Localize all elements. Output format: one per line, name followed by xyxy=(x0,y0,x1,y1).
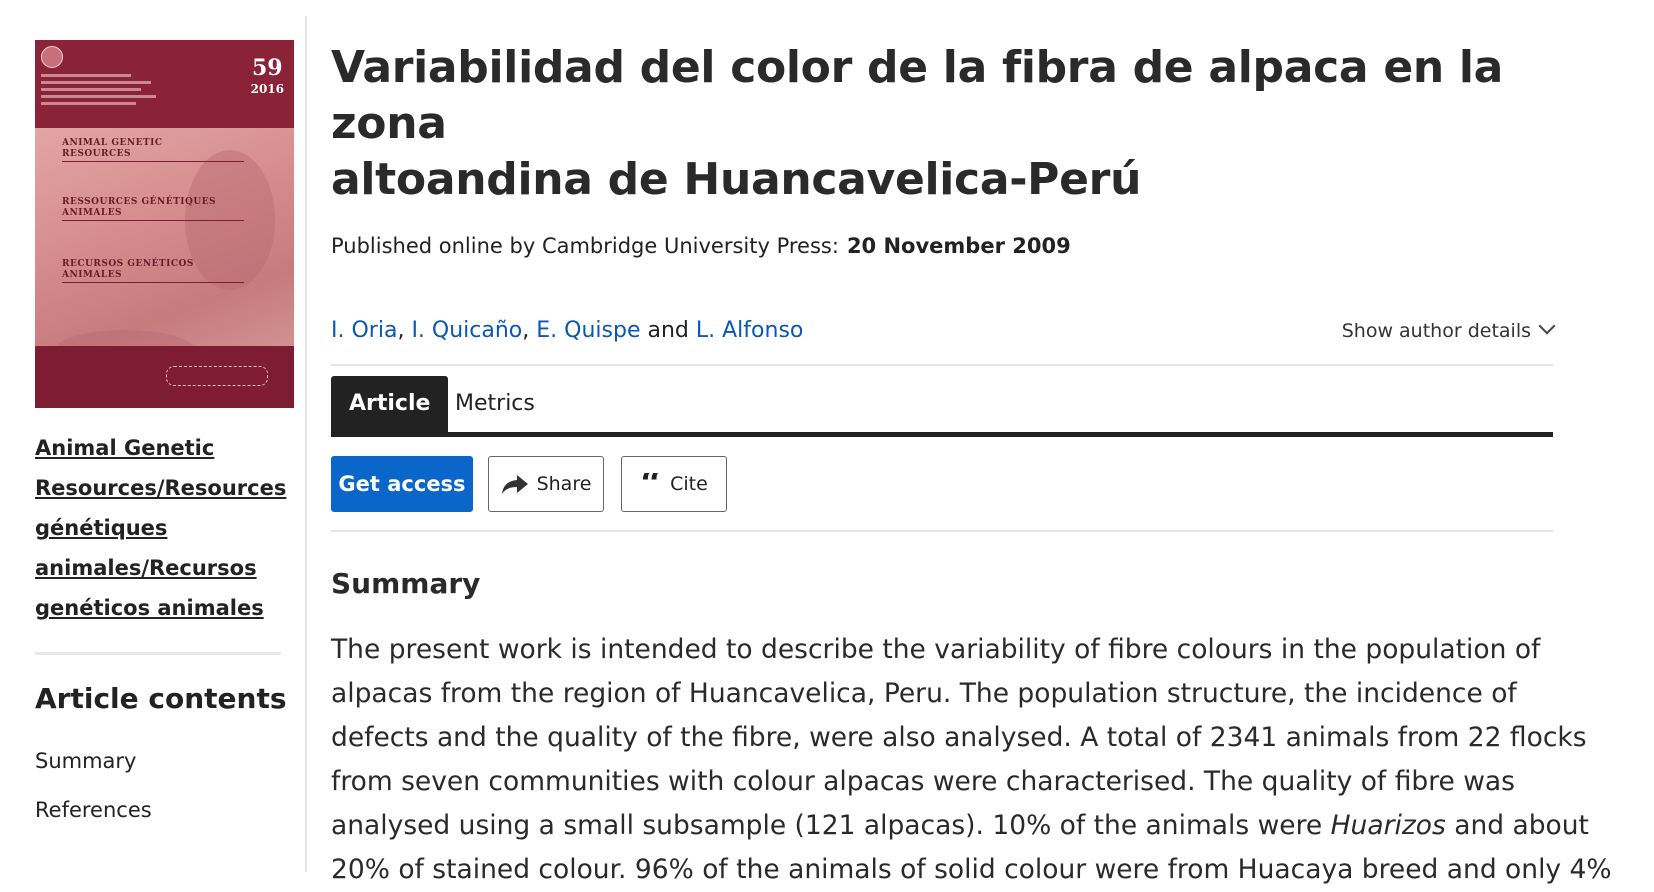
cover-rule xyxy=(62,161,244,162)
article-title: Variabilidad del color de la fibra de al… xyxy=(331,40,1553,208)
abstract-text-segment: from seven communities with colour alpac… xyxy=(331,766,1515,797)
abstract-line: from seven communities with colour alpac… xyxy=(331,760,1553,804)
abstract-text-segment: analysed using a small subsample (121 al… xyxy=(331,810,1331,841)
published-date: 20 November 2009 xyxy=(846,234,1071,258)
author-separator: and xyxy=(647,318,689,343)
get-access-label: Get access xyxy=(338,472,466,496)
abstract-text-segment: and about xyxy=(1445,810,1589,841)
article-tabs: Article Metrics xyxy=(331,376,1553,437)
author-link[interactable]: E. Quispe xyxy=(536,318,640,343)
journal-title-line: Animal Genetic xyxy=(35,436,215,460)
tab-article[interactable]: Article xyxy=(331,376,449,432)
sidebar: 59 2016 ANIMAL GENETIC RESOURCES RESSOUR… xyxy=(35,40,295,835)
abstract-text-segment: defects and the quality of the fibre, we… xyxy=(331,722,1587,753)
fao-logo-icon xyxy=(41,46,63,68)
publication-info: Published online by Cambridge University… xyxy=(331,232,1553,260)
contents-item-references[interactable]: References xyxy=(35,786,295,835)
abstract-line: defects and the quality of the fibre, we… xyxy=(331,716,1587,760)
abstract-line: 20% of stained colour. 96% of the animal… xyxy=(331,848,1612,892)
abstract-text-segment: The present work is intended to describe… xyxy=(331,634,1541,665)
contents-item-summary[interactable]: Summary xyxy=(35,737,295,786)
journal-title-line: animales/Recursos xyxy=(35,556,257,580)
journal-title-line: Resources/Resources xyxy=(35,476,287,500)
cover-section-1: ANIMAL GENETIC RESOURCES xyxy=(62,138,163,159)
article-title-line: Variabilidad del color de la fibra de al… xyxy=(331,42,1504,149)
chevron-down-icon xyxy=(1538,317,1556,335)
cover-rule xyxy=(62,282,244,283)
cite-button[interactable]: “ Cite xyxy=(621,456,727,512)
get-access-button[interactable]: Get access xyxy=(331,456,473,512)
share-button[interactable]: Share xyxy=(488,456,604,512)
journal-title-line: génétiques xyxy=(35,516,168,540)
abstract-line: The present work is intended to describe… xyxy=(331,628,1553,672)
show-author-details-label: Show author details xyxy=(1341,320,1531,342)
author-separator: , xyxy=(522,318,530,343)
author-separator: , xyxy=(397,318,405,343)
author-link[interactable]: I. Quicaño xyxy=(411,318,522,343)
cover-issue-year: 2016 xyxy=(250,82,284,96)
author-link[interactable]: I. Oria xyxy=(331,318,397,343)
abstract-line: alpacas from the region of Huancavelica,… xyxy=(331,672,1553,716)
share-arrow-icon xyxy=(501,473,529,495)
article-actions: Get access Share “ Cite xyxy=(331,456,1553,512)
authors-row: I. Oria, I. Quicaño, E. Quispe and L. Al… xyxy=(331,316,1556,346)
journal-cover-image[interactable]: 59 2016 ANIMAL GENETIC RESOURCES RESSOUR… xyxy=(35,40,294,408)
column-divider xyxy=(305,16,307,872)
divider xyxy=(331,530,1553,532)
abstract-text-segment: alpacas from the region of Huancavelica,… xyxy=(331,678,1517,709)
show-author-details-toggle[interactable]: Show author details xyxy=(1341,317,1556,345)
abstract-text-segment: 20% of stained colour. 96% of the animal… xyxy=(331,854,1612,885)
cover-rule xyxy=(62,220,244,221)
author-link[interactable]: L. Alfonso xyxy=(696,318,803,343)
cover-issue: 59 2016 xyxy=(251,56,284,98)
share-label: Share xyxy=(536,473,592,495)
cbd-logo-icon xyxy=(166,366,268,386)
cover-issue-number: 59 xyxy=(251,55,283,81)
summary-heading: Summary xyxy=(331,567,481,600)
journal-title-line: genéticos animales xyxy=(35,596,264,620)
published-label: Published online by Cambridge University… xyxy=(331,234,839,258)
cover-section-3: RECURSOS GENÉTICOS ANIMALES xyxy=(62,259,194,280)
article-contents-heading: Article contents xyxy=(35,682,287,715)
abstract-italic-term: Huarizos xyxy=(1330,810,1446,841)
article-main: Variabilidad del color de la fibra de al… xyxy=(331,40,1612,892)
journal-title-link[interactable]: Animal Genetic Resources/Resources génét… xyxy=(35,428,287,628)
cover-section-2: RESSOURCES GÉNÉTIQUES ANIMALES xyxy=(62,197,217,218)
cover-publisher-text-lines xyxy=(41,74,161,109)
quote-icon: “ xyxy=(640,473,662,495)
cite-label: Cite xyxy=(670,473,708,495)
tab-metrics[interactable]: Metrics xyxy=(437,376,553,432)
article-title-line: altoandina de Huancavelica-Perú xyxy=(331,154,1142,205)
divider xyxy=(331,364,1553,366)
abstract-line: analysed using a small subsample (121 al… xyxy=(331,804,1589,848)
sidebar-divider xyxy=(35,652,281,655)
abstract-text: The present work is intended to describe… xyxy=(331,628,1612,892)
